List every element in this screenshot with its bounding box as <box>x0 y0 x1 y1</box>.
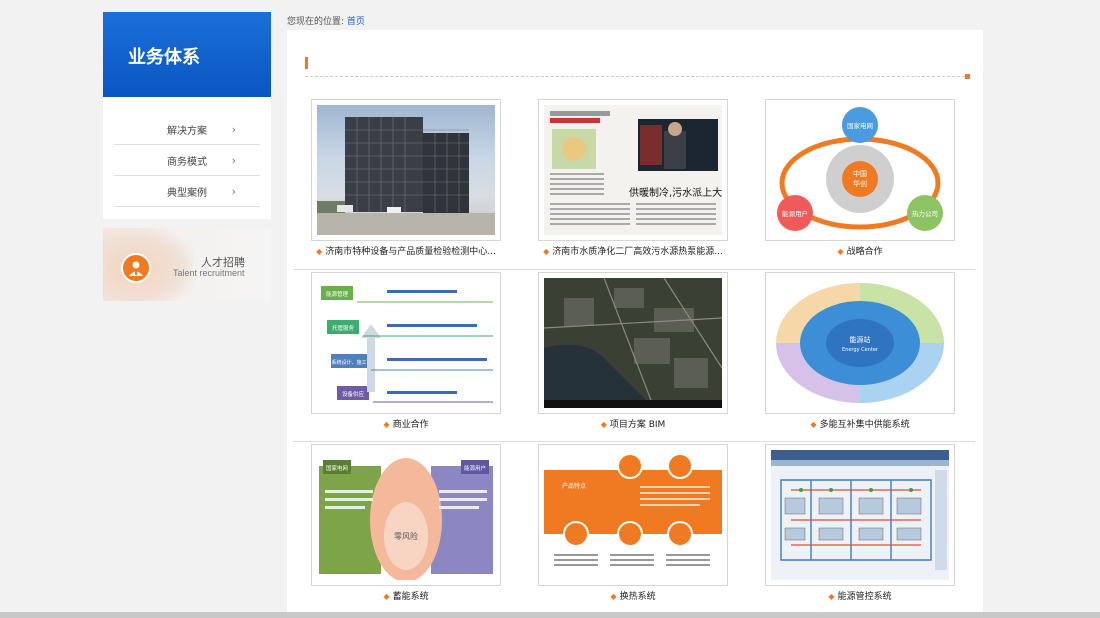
diagram-label: 国家电网 <box>326 464 349 472</box>
strategy-diagram: 国家电网 中国 华创 能源用户 热力公司 <box>771 105 949 235</box>
case-thumbnail[interactable] <box>538 272 728 414</box>
case-card[interactable]: ◆ 济南市特种设备与产品质量检验检测中心... <box>311 99 501 257</box>
case-card[interactable]: 国家电网 能源用户 零风险 ◆ 蓄能系统 <box>311 444 501 602</box>
sidebar-menu: 解决方案 › 商务模式 › 典型案例 › <box>103 97 271 219</box>
case-card[interactable]: 供暖制冷,污水派上大用场 ◆济南市水质净化二厂高效污水源热泵能源... <box>538 99 728 257</box>
sidebar-item-label: 解决方案 <box>167 125 207 137</box>
row-divider <box>293 269 975 270</box>
diagram-label: 中国 <box>853 169 867 178</box>
business-flow-diagram: 能源管理 托管服务 系统设计、施工 设备供应 <box>317 278 495 408</box>
diagram-label: 能源用户 <box>782 209 808 218</box>
talent-recruitment-banner[interactable]: 人才招聘 Talent recruitment <box>103 228 271 301</box>
case-caption[interactable]: ◆ 换热系统 <box>538 589 728 602</box>
sidebar-item-label: 商务模式 <box>167 156 207 168</box>
case-card[interactable]: ◆ 能源管控系统 <box>765 444 955 602</box>
case-card[interactable]: 产品特点 ◆ 换热系统 <box>538 444 728 602</box>
case-thumbnail[interactable]: 能源站 Energy Center <box>765 272 955 414</box>
case-card[interactable]: 国家电网 中国 华创 能源用户 热力公司 ◆ 战略合作 <box>765 99 955 257</box>
bullet-icon: ◆ <box>316 247 323 256</box>
diagram-label: 能源站 <box>850 335 871 344</box>
case-caption[interactable]: ◆ 项目方案 BIM <box>538 417 728 430</box>
diagram-label: 产品特点 <box>562 482 586 490</box>
storage-diagram: 国家电网 能源用户 零风险 <box>317 450 495 580</box>
bullet-icon: ◆ <box>610 592 617 601</box>
energy-center-diagram: 能源站 Energy Center <box>771 278 949 408</box>
diagram-label: 华创 <box>853 179 867 188</box>
diagram-label: 国家电网 <box>847 121 873 130</box>
section-marker <box>305 57 308 69</box>
case-caption[interactable]: ◆ 多能互补集中供能系统 <box>765 417 955 430</box>
diagram-label: 能源用户 <box>464 464 486 472</box>
sidebar-title: 业务体系 <box>103 12 271 97</box>
sidebar: 业务体系 解决方案 › 商务模式 › 典型案例 › 人才招聘 Talent re… <box>103 12 271 301</box>
case-thumbnail[interactable]: 能源管理 托管服务 系统设计、施工 设备供应 <box>311 272 501 414</box>
bullet-icon: ◆ <box>543 247 550 256</box>
case-thumbnail[interactable]: 产品特点 <box>538 444 728 586</box>
content-panel: ◆济南市特种设备与产品质量检验检测中心... 供暖制冷,污水派上大用场 <box>287 30 983 618</box>
section-end-marker <box>965 74 970 79</box>
talent-subtitle: Talent recruitment <box>173 268 245 278</box>
newspaper-clipping: 供暖制冷,污水派上大用场 <box>544 105 722 235</box>
office-building-photo <box>317 105 495 235</box>
sidebar-item-cases[interactable]: 典型案例 › <box>114 176 260 207</box>
breadcrumb-prefix: 您现在的位置: <box>287 17 345 27</box>
section-divider <box>305 76 970 77</box>
bullet-icon: ◆ <box>383 592 390 601</box>
chevron-right-icon: › <box>231 185 236 198</box>
recruiter-icon <box>121 253 151 283</box>
case-card[interactable]: 能源管理 托管服务 系统设计、施工 设备供应 ◆ 商业合作 <box>311 272 501 430</box>
chevron-right-icon: › <box>231 154 236 167</box>
case-caption[interactable]: ◆ 济南市水质净化二厂高效污水源热泵能源... <box>538 244 728 257</box>
case-caption[interactable]: ◆ 蓄能系统 <box>311 589 501 602</box>
sidebar-item-solutions[interactable]: 解决方案 › <box>114 114 260 145</box>
bullet-icon: ◆ <box>600 420 607 429</box>
case-caption[interactable]: ◆ 战略合作 <box>765 244 955 257</box>
case-card[interactable]: 能源站 Energy Center ◆ 多能互补集中供能系统 <box>765 272 955 430</box>
diagram-label: 系统设计、施工 <box>331 359 366 366</box>
case-thumbnail[interactable] <box>765 444 955 586</box>
bullet-icon: ◆ <box>828 592 835 601</box>
breadcrumb: 您现在的位置: 首页 <box>287 14 365 27</box>
case-thumbnail[interactable]: 国家电网 能源用户 零风险 <box>311 444 501 586</box>
diagram-label: 热力公司 <box>912 209 938 218</box>
case-card[interactable]: ◆ 项目方案 BIM <box>538 272 728 430</box>
case-caption[interactable]: ◆ 商业合作 <box>311 417 501 430</box>
breadcrumb-home-link[interactable]: 首页 <box>347 17 365 27</box>
bullet-icon: ◆ <box>810 420 817 429</box>
diagram-label: Energy Center <box>842 347 879 353</box>
satellite-map <box>544 278 722 408</box>
case-caption[interactable]: ◆ 济南市特种设备与产品质量检验检测中心... <box>311 244 501 257</box>
heat-exchange-diagram: 产品特点 <box>544 450 722 580</box>
sidebar-item-business-model[interactable]: 商务模式 › <box>114 145 260 176</box>
svg-text:供暖制冷,污水派上大用场: 供暖制冷,污水派上大用场 <box>629 186 722 199</box>
diagram-label: 能源管理 <box>326 290 349 298</box>
chevron-right-icon: › <box>231 123 236 136</box>
case-thumbnail[interactable]: 国家电网 中国 华创 能源用户 热力公司 <box>765 99 955 241</box>
case-thumbnail[interactable]: 供暖制冷,污水派上大用场 <box>538 99 728 241</box>
diagram-label: 零风险 <box>394 531 418 541</box>
bullet-icon: ◆ <box>383 420 390 429</box>
case-thumbnail[interactable] <box>311 99 501 241</box>
sidebar-item-label: 典型案例 <box>167 187 207 199</box>
bullet-icon: ◆ <box>837 247 844 256</box>
control-system-schematic <box>771 450 949 580</box>
diagram-label: 托管服务 <box>332 324 355 332</box>
case-caption[interactable]: ◆ 能源管控系统 <box>765 589 955 602</box>
row-divider <box>293 441 975 442</box>
bottom-scroll-bar <box>0 612 1100 618</box>
diagram-label: 设备供应 <box>342 390 365 398</box>
